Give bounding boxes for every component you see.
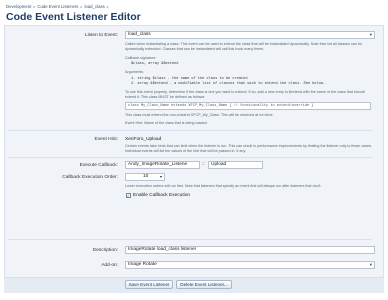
divider [8,157,372,158]
callback-method-input[interactable]: Upload [208,161,263,169]
event-description: Called when instantiating a class. This … [125,42,363,51]
breadcrumb-load-class[interactable]: load_class [84,4,104,9]
chevron-down-icon: ▾ [369,262,372,267]
callback-signature: $class, array &$extend [131,62,179,66]
addon-value: Image Rotate [128,262,157,267]
breadcrumb: Development ▸ Code Event Listeners ▸ loa… [6,3,109,9]
execution-order-label: Callback Execution Order: [62,175,118,180]
breadcrumb-separator-icon: ▸ [106,3,109,9]
addon-select[interactable]: Image Rotate ▾ [125,261,375,269]
extend-note: This class must extend the non-existent … [125,113,274,117]
event-hint-description: Certain events take hints that can limit… [125,144,373,153]
chevron-down-icon: ▾ [159,174,162,179]
breadcrumb-separator-icon: ▸ [33,3,36,9]
callback-signature-label: Callback signature: [125,56,157,60]
checkmark-icon: ✓ [126,192,131,198]
save-button[interactable]: Save Event Listener [125,280,173,289]
enable-callback-label: Enable Callback Execution [133,193,191,198]
argument-2: 2. array &$extend - a modifiable list of… [131,82,326,86]
callback-class-input[interactable]: Andy_ImageRotate_Listene [125,161,200,169]
event-hint-note: Event Hint: Name of the class that is be… [125,121,208,125]
enable-callback-checkbox[interactable]: ✓ [126,193,131,198]
divider [8,239,372,240]
delete-button[interactable]: Delete Event Listener... [176,280,232,289]
listen-to-event-select[interactable]: load_class ▾ [125,31,375,39]
arguments-label: Arguments: [125,70,144,74]
execution-order-stepper[interactable]: 10 ▾ [125,173,165,181]
divider [8,130,372,131]
listen-to-event-label: Listen to Event: [84,33,118,38]
execution-order-value: 10 [143,174,149,179]
chevron-down-icon: ▾ [369,32,372,37]
breadcrumb-code-event-listeners[interactable]: Code Event Listeners [37,4,78,9]
event-hint-label: Event Hint: [94,137,118,142]
argument-1: 1. string $class - the name of the class… [131,77,248,81]
breadcrumb-development[interactable]: Development [6,4,31,9]
addon-label: Add-on: [101,263,118,268]
execute-callback-label: Execute Callback: [79,163,118,168]
description-label: Description: [92,248,118,253]
description-input[interactable]: ImageRotate load_class listener [125,246,375,254]
breadcrumb-separator-icon: ▸ [80,3,83,9]
callback-separator: :: [202,162,205,167]
execution-order-description: Lower execution orders will run first. N… [125,184,322,188]
listen-to-event-value: load_class [128,32,151,37]
example-code: class My_Class_Name extends XFCP_My_Clas… [125,102,371,110]
page-title: Code Event Listener Editor [6,11,141,23]
event-hint-value: XenForo_Upload [125,137,162,142]
usage-text: To use this event properly, determine if… [125,90,365,99]
